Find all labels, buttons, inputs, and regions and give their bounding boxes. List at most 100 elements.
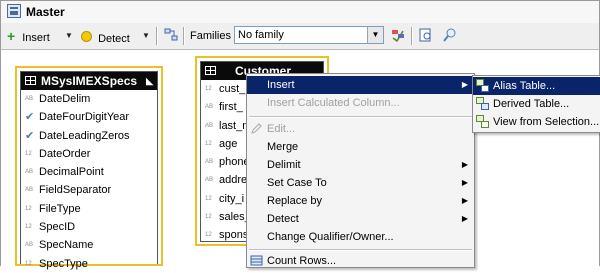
menu-item-insert-calculated-column[interactable]: Insert Calculated Column... <box>247 94 474 112</box>
menu-item-label: Change Qualifier/Owner... <box>267 231 394 243</box>
menu-item-detect[interactable]: Detect ▶ <box>247 210 474 228</box>
menu-item-delimit[interactable]: Delimit ▶ <box>247 156 474 174</box>
column-name: addre <box>219 174 248 187</box>
column-name: first_ <box>219 101 243 114</box>
menu-item-label: Set Case To <box>267 177 327 189</box>
count-rows-icon <box>250 254 263 267</box>
detect-button[interactable]: Detect <box>81 28 130 45</box>
menu-item-insert[interactable]: Insert ▶ <box>247 76 474 94</box>
arrange-tables-icon[interactable] <box>164 28 178 42</box>
table-name: MSysIMEXSpecs <box>41 74 138 88</box>
toolbar-separator <box>411 27 413 45</box>
menu-item-derived-table[interactable]: Derived Table... <box>473 95 600 113</box>
number-type-icon: 12 <box>205 232 212 239</box>
menu-item-label: Derived Table... <box>493 98 570 110</box>
table-icon <box>205 66 216 75</box>
family-colors-icon[interactable] <box>391 28 405 43</box>
menu-item-label: View from Selection... <box>493 116 600 128</box>
column-row[interactable]: 12 SpecType <box>21 255 157 273</box>
column-name: DateOrder <box>39 147 91 160</box>
toolbar: + Insert ▼ Detect ▼ Families No family ▼ <box>0 23 600 50</box>
families-select-value: No family <box>238 29 284 41</box>
number-type-icon: 12 <box>205 140 212 147</box>
submenu-arrow-icon: ▶ <box>461 214 468 223</box>
number-type-icon: 12 <box>25 205 32 212</box>
column-row[interactable]: AB FieldSeparator <box>21 181 157 199</box>
column-name: DateLeadingZeros <box>39 129 130 142</box>
insert-submenu: Alias Table... Derived Table... View fro… <box>472 75 600 133</box>
column-row[interactable]: ✔ DateFourDigitYear <box>21 108 157 126</box>
menu-item-alias-table[interactable]: Alias Table... <box>473 77 600 95</box>
number-type-icon: 12 <box>205 214 212 221</box>
column-row[interactable]: 12 DateOrder <box>21 145 157 163</box>
column-row[interactable]: ✔ DateLeadingZeros <box>21 127 157 145</box>
menu-item-count-rows[interactable]: Count Rows... <box>247 252 474 270</box>
number-type-icon: 12 <box>25 224 32 231</box>
number-type-icon: 12 <box>25 150 32 157</box>
table-msysimexspecs[interactable]: MSysIMEXSpecs ◣ AB DateDelim ✔ DateFourDig… <box>15 66 163 270</box>
column-name: last_n <box>219 119 249 132</box>
submenu-arrow-icon: ▶ <box>461 160 468 169</box>
text-type-icon: AB <box>205 159 214 166</box>
menu-item-label: Merge <box>267 141 299 153</box>
column-name: age <box>219 137 238 150</box>
menu-separator <box>249 116 472 118</box>
menu-item-label: Insert <box>267 79 295 91</box>
text-type-icon: AB <box>205 122 214 129</box>
detect-dropdown-arrow[interactable]: ▼ <box>142 28 150 44</box>
derived-table-icon <box>476 97 489 110</box>
submenu-arrow-icon: ▶ <box>461 178 468 187</box>
submenu-arrow-icon: ▶ <box>461 80 468 89</box>
menu-item-set-case-to[interactable]: Set Case To ▶ <box>247 174 474 192</box>
column-row[interactable]: 12 FileType <box>21 200 157 218</box>
column-name: phone <box>219 156 250 169</box>
menu-item-label: Insert Calculated Column... <box>267 97 400 109</box>
menu-item-label: Count Rows... <box>267 255 337 267</box>
text-type-icon: AB <box>25 169 34 176</box>
chevron-down-icon[interactable]: ▼ <box>367 27 383 43</box>
menu-item-change-qualifier-owner[interactable]: Change Qualifier/Owner... <box>247 228 474 246</box>
window-titlebar: Master <box>0 0 600 24</box>
structure-canvas[interactable]: MSysIMEXSpecs ◣ AB DateDelim ✔ DateFourDig… <box>0 50 600 270</box>
families-label: Families <box>190 30 231 42</box>
text-type-icon: AB <box>25 96 34 102</box>
boolean-type-icon: ✔ <box>25 129 35 142</box>
families-select[interactable]: No family ▼ <box>234 26 384 44</box>
number-type-icon: 12 <box>205 86 212 92</box>
menu-item-replace-by[interactable]: Replace by ▶ <box>247 192 474 210</box>
window-title: Master <box>26 5 65 19</box>
insert-button[interactable]: + Insert <box>7 28 50 44</box>
toolbar-separator <box>183 27 185 45</box>
number-type-icon: 12 <box>25 260 32 267</box>
toolbar-separator <box>156 27 158 45</box>
insert-label: Insert <box>22 32 50 44</box>
insert-dropdown-arrow[interactable]: ▼ <box>65 28 73 44</box>
column-name: spons <box>219 229 249 242</box>
text-type-icon: AB <box>25 242 34 249</box>
column-row[interactable]: AB DateDelim <box>21 90 157 108</box>
table-view-icon[interactable] <box>419 28 433 42</box>
collapse-triangle-icon[interactable]: ◣ <box>146 72 153 90</box>
column-name: FileType <box>39 202 81 215</box>
view-selection-icon <box>476 115 489 128</box>
menu-item-view-from-selection[interactable]: View from Selection... <box>473 113 600 131</box>
column-name: DecimalPoint <box>39 166 104 179</box>
detect-label: Detect <box>98 33 130 45</box>
column-row[interactable]: AB DecimalPoint <box>21 163 157 181</box>
menu-item-edit[interactable]: Edit... <box>247 120 474 138</box>
column-name: SpecID <box>39 221 76 234</box>
column-name: FieldSeparator <box>39 184 112 197</box>
submenu-arrow-icon: ▶ <box>461 196 468 205</box>
menu-item-merge[interactable]: Merge <box>247 138 474 156</box>
column-row[interactable]: 12 SpecID <box>21 218 157 236</box>
lightbulb-icon <box>81 31 92 42</box>
number-type-icon: 12 <box>205 195 212 202</box>
column-row[interactable]: AB SpecName <box>21 236 157 254</box>
table-header[interactable]: MSysIMEXSpecs ◣ <box>21 72 157 90</box>
alias-table-icon <box>476 79 489 92</box>
menu-item-label: Replace by <box>267 195 323 207</box>
column-name: SpecType <box>39 257 88 270</box>
column-name: DateDelim <box>39 93 91 105</box>
zoom-icon[interactable] <box>443 28 457 42</box>
boolean-type-icon: ✔ <box>25 111 35 124</box>
